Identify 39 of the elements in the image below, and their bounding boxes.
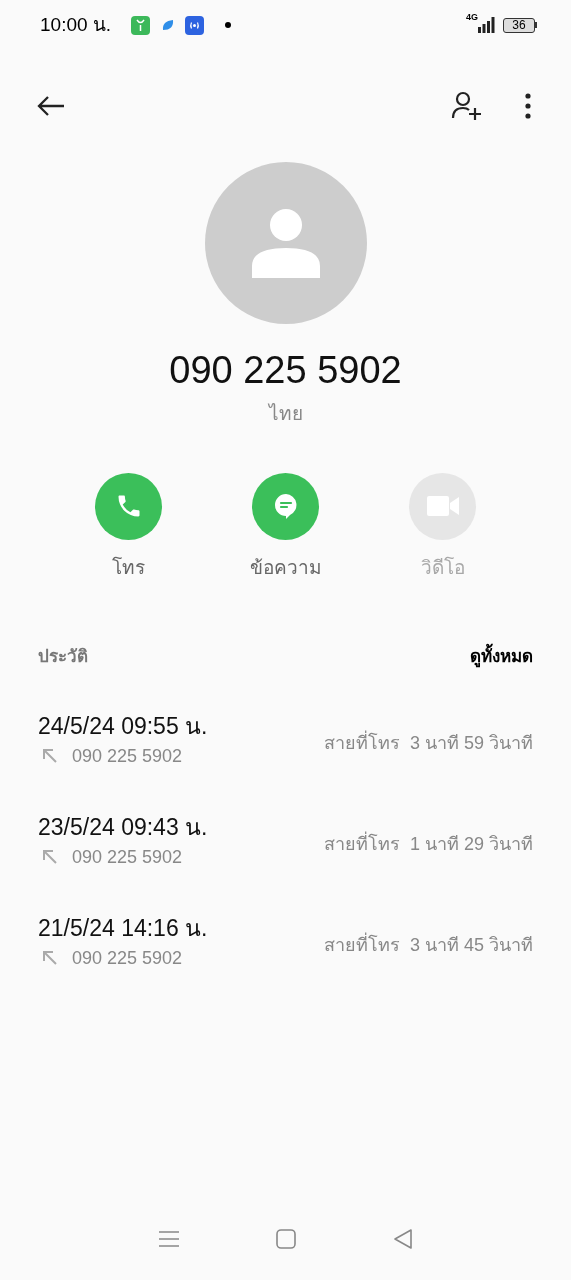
call-number: 090 225 5902	[72, 744, 183, 768]
home-icon[interactable]	[274, 1228, 297, 1250]
call-type: สายที่โทร	[323, 729, 400, 755]
outgoing-arrow-icon	[42, 748, 58, 764]
battery-level: 36	[512, 19, 526, 31]
back-button[interactable]	[36, 94, 66, 118]
signal-icon	[478, 17, 495, 33]
menu-icon[interactable]	[157, 1228, 180, 1250]
network-type: 4G	[466, 13, 478, 22]
action-label: วิดีโอ	[420, 555, 465, 580]
call-datetime: 21/5/24 14:16 น.	[38, 913, 208, 943]
more-button[interactable]	[525, 93, 531, 119]
number-location: ไทย	[268, 402, 303, 426]
add-contact-button[interactable]	[451, 90, 483, 122]
more-icon	[525, 93, 531, 119]
call-number: 090 225 5902	[72, 845, 183, 869]
call-datetime: 23/5/24 09:43 น.	[38, 812, 208, 842]
see-all-link[interactable]: ดูทั้งหมด	[470, 644, 533, 670]
status-time: 10:00 น.	[40, 12, 112, 37]
call-duration: 3 นาที 45 วินาที	[409, 933, 533, 957]
action-label: โทร	[112, 555, 145, 580]
section-title: ประวัติ	[38, 646, 88, 668]
call-type: สายที่โทร	[323, 830, 400, 856]
call-duration: 3 นาที 59 วินาที	[409, 731, 533, 755]
call-type: สายที่โทร	[323, 931, 400, 957]
outgoing-arrow-icon	[42, 849, 58, 865]
back-icon	[36, 94, 66, 118]
call-number: 090 225 5902	[72, 946, 183, 970]
add-person-icon	[451, 90, 483, 122]
action-label: ข้อความ	[249, 555, 322, 580]
video-camera-icon	[425, 494, 460, 518]
person-icon	[250, 208, 321, 278]
back-nav-icon[interactable]	[391, 1228, 414, 1250]
call-duration: 1 นาที 29 วินาที	[409, 832, 533, 856]
outgoing-arrow-icon	[42, 950, 58, 966]
app-icon	[131, 15, 151, 35]
phone-number: 090 225 5902	[169, 348, 402, 393]
call-datetime: 24/5/24 09:55 น.	[38, 711, 208, 741]
broadcast-icon	[185, 15, 205, 35]
